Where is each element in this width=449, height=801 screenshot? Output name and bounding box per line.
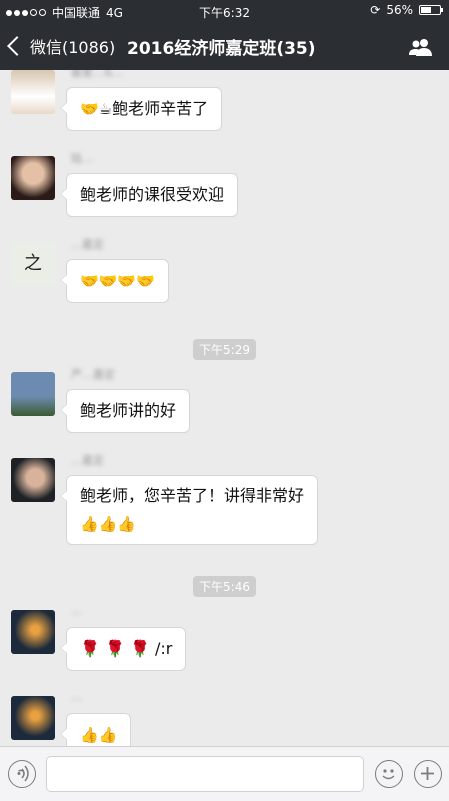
sender-name: …嘉定 bbox=[71, 454, 104, 467]
sparkle-avatar[interactable] bbox=[11, 610, 55, 654]
message-text: 鲍老师辛苦了 bbox=[112, 99, 209, 118]
back-button[interactable]: 微信(1086) bbox=[7, 34, 116, 58]
message-bubble[interactable]: 🤝🤝🤝🤝 bbox=[60, 259, 169, 303]
message-text: 鲍老师讲的好 bbox=[80, 401, 177, 420]
calligraphy-avatar[interactable]: 之 bbox=[11, 242, 55, 286]
message-bubble[interactable]: 鲍老师讲的好 bbox=[59, 389, 191, 433]
woman-avatar[interactable] bbox=[11, 156, 55, 200]
sender-name: 最爱…&… bbox=[71, 70, 124, 79]
chat-title: 2016经济师嘉定班(35) bbox=[127, 39, 316, 59]
sender-name: 严…嘉定 bbox=[71, 368, 115, 381]
message-input[interactable] bbox=[46, 756, 364, 792]
chat-area[interactable]: 最爱…&… 🤝☕鲍老师辛苦了 陆… 鲍老师的课很受欢迎 之 …嘉定 🤝🤝🤝🤝 下… bbox=[0, 70, 449, 746]
input-bar bbox=[0, 746, 449, 801]
battery-icon bbox=[419, 5, 443, 15]
sender-name: … bbox=[71, 604, 82, 617]
sender-name: 陆… bbox=[71, 152, 93, 165]
people-icon[interactable] bbox=[409, 37, 433, 61]
battery-percent: 56% bbox=[386, 3, 413, 17]
message-bubble[interactable]: 🤝☕鲍老师辛苦了 bbox=[59, 87, 223, 131]
message-bubble[interactable]: 🌹 🌹 🌹 /:r bbox=[59, 627, 187, 671]
message-bubble[interactable]: 鲍老师，您辛苦了！讲得非常好 👍👍👍 bbox=[59, 475, 319, 545]
timestamp: 下午5:29 bbox=[0, 339, 449, 360]
chevron-left-icon bbox=[7, 36, 27, 56]
emoji-icon[interactable] bbox=[375, 760, 403, 788]
handshake-coffee-emoji: 🤝☕ bbox=[80, 100, 113, 118]
message-bubble[interactable]: 👍👍 bbox=[59, 713, 132, 746]
back-label: 微信(1086) bbox=[30, 38, 116, 57]
message-text: 鲍老师，您辛苦了！讲得非常好 bbox=[80, 486, 305, 505]
thumbs-up-emojis: 👍👍👍 bbox=[80, 515, 137, 533]
message-text: 鲍老师的课很受欢迎 bbox=[80, 185, 225, 204]
landscape-avatar[interactable] bbox=[11, 372, 55, 416]
timestamp-label: 下午5:29 bbox=[193, 339, 256, 360]
handshake-emojis: 🤝🤝🤝🤝 bbox=[80, 272, 155, 290]
voice-icon[interactable] bbox=[8, 760, 36, 788]
sender-name: … bbox=[71, 690, 82, 703]
sparkle-avatar[interactable] bbox=[11, 696, 55, 740]
timestamp: 下午5:46 bbox=[0, 576, 449, 597]
plus-icon[interactable] bbox=[414, 760, 442, 788]
timestamp-label: 下午5:46 bbox=[193, 576, 256, 597]
thumbs-up-emojis: 👍👍 bbox=[80, 726, 118, 744]
dog-avatar[interactable] bbox=[11, 70, 55, 114]
sender-name: …嘉定 bbox=[71, 238, 104, 251]
nav-bar: 微信(1086) 2016经济师嘉定班(35) bbox=[0, 22, 449, 70]
lock-rotation-icon: ⟳ bbox=[370, 3, 381, 17]
status-bar: 中国联通 4G 下午6:32 ⟳ 56% bbox=[0, 0, 449, 22]
message-bubble[interactable]: 鲍老师的课很受欢迎 bbox=[59, 173, 239, 217]
message-text: 🌹 🌹 🌹 /:r bbox=[80, 639, 173, 658]
battery-area: ⟳ 56% bbox=[370, 3, 443, 17]
car-avatar[interactable] bbox=[11, 458, 55, 502]
